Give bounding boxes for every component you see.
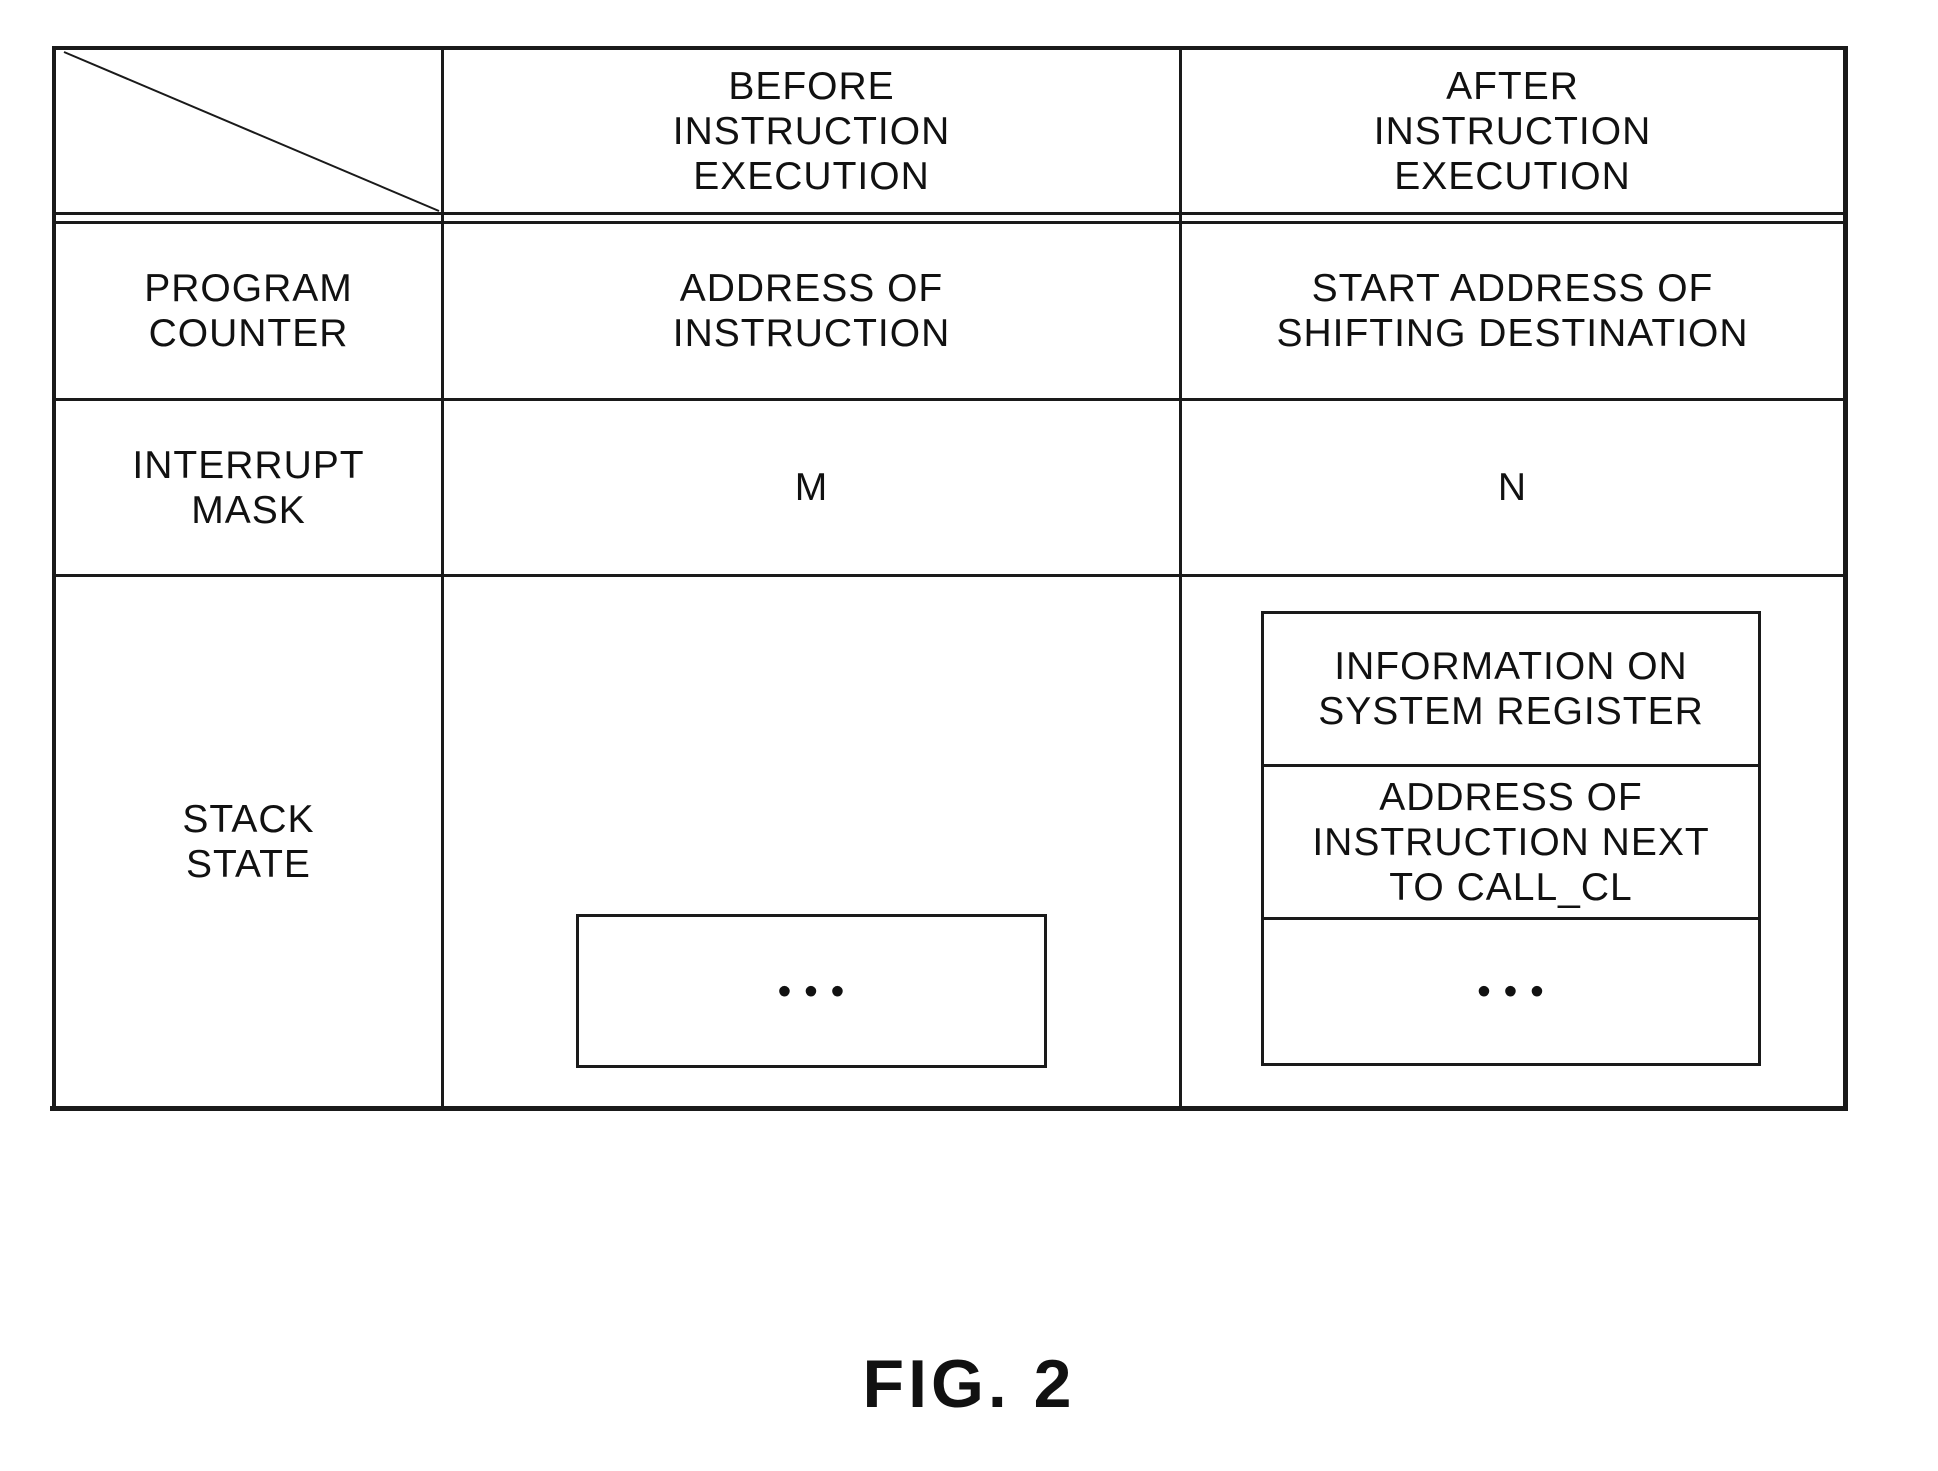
program-counter-after: START ADDRESS OF SHIFTING DESTINATION [1276, 267, 1749, 355]
header-before: BEFORE INSTRUCTION EXECUTION [672, 64, 951, 198]
stack-after-entry-return-address: ADDRESS OF INSTRUCTION NEXT TO CALL_CL [1312, 775, 1710, 909]
stack-after-entry-ellipsis: • • • [1477, 970, 1545, 1013]
stack-after-entry-system-register: INFORMATION ON SYSTEM REGISTER [1318, 645, 1704, 733]
row-label-program-counter: PROGRAM COUNTER [144, 267, 353, 355]
interrupt-mask-before: M [794, 466, 829, 509]
stack-before-entry-ellipsis: • • • [777, 969, 846, 1013]
program-counter-before: ADDRESS OF INSTRUCTION [672, 267, 951, 355]
row-label-stack-state: STACK STATE [182, 797, 315, 886]
figure-caption: FIG. 2 [862, 1346, 1076, 1422]
corner-diagonal [63, 51, 440, 212]
interrupt-mask-after: N [1497, 466, 1528, 509]
header-after: AFTER INSTRUCTION EXECUTION [1373, 64, 1652, 198]
row-label-interrupt-mask: INTERRUPT MASK [132, 443, 365, 532]
stack-after: INFORMATION ON SYSTEM REGISTER ADDRESS O… [1261, 611, 1761, 1066]
table-border-bottom [50, 1106, 1848, 1111]
stack-before: • • • [576, 914, 1047, 1068]
table-border-right [1843, 46, 1848, 1110]
